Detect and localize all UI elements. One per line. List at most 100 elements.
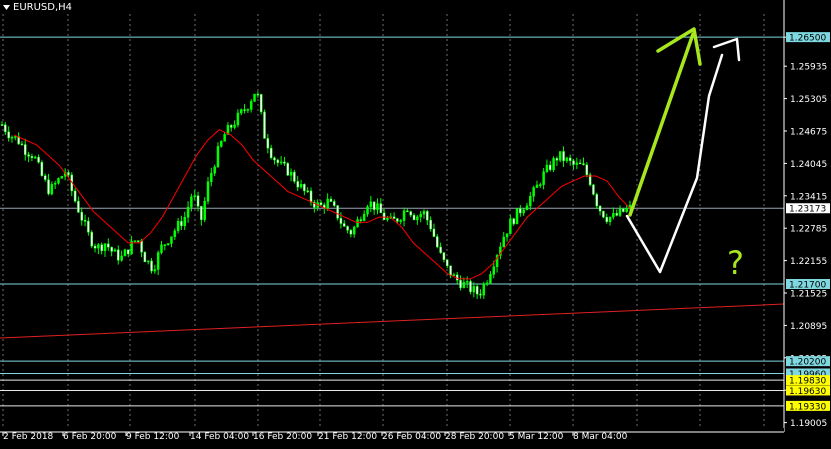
candle-body [482,283,486,296]
bear-candle [336,205,339,221]
y-tick-label: 1.24675 [790,128,827,138]
candle-body [196,195,200,207]
candle-body [27,154,30,157]
candle-body [246,109,250,111]
level-price-label: 1.20200 [789,358,826,368]
candle-body [77,200,80,213]
candle-body [193,195,196,198]
candle-body [465,281,469,283]
candle-body [57,178,60,184]
bull-candle [515,208,519,225]
candle-body [625,208,628,212]
chart-background [0,0,831,449]
candle-body [572,160,575,165]
candle-body [10,136,14,139]
candle-body [492,266,496,275]
candle-body [399,220,402,222]
candle-body [462,281,466,289]
level-price-label: 1.21700 [789,281,826,291]
y-tick-label: 1.22785 [790,225,827,235]
candle-body [110,246,113,252]
y-tick-label: 1.24045 [790,160,827,170]
candle-body [472,286,476,293]
candle-body [542,171,545,185]
y-tick-label: 1.25935 [790,63,827,73]
candle-body [329,198,333,202]
candle-body [266,138,270,149]
candle-body [47,179,50,195]
symbol-header[interactable]: EURUSD,H4 [3,2,72,13]
candle-body [585,164,589,176]
candle-body [575,162,579,165]
bear-candle [622,208,625,213]
x-tick-label: 5 Mar 12:00 [509,432,564,442]
candle-body [123,249,127,257]
x-tick-label: 21 Feb 12:00 [318,432,377,442]
candle-body [293,171,296,182]
bear-candle [40,160,44,177]
candle-body [402,210,406,221]
candle-body [30,156,34,158]
bull-candle [60,175,64,179]
candle-body [419,213,422,218]
candle-body [406,210,409,213]
level-price-label: 1.19830 [789,377,826,387]
candle-body [283,161,286,164]
symbol-label: EURUSD,H4 [13,2,72,13]
candle-body [0,124,4,126]
candle-body [37,156,40,163]
bear-candle [259,93,263,115]
candle-body [90,231,93,247]
candle-body [210,172,213,183]
price-axis: 1.26500 1.25935 1.25305 1.24675 1.24045 1.234… [783,0,831,449]
candle-body [180,221,183,227]
candle-body [239,109,243,114]
candle-body [382,212,386,220]
candle-body [519,208,522,214]
candle-body [592,184,595,195]
candle-body [386,217,389,220]
candle-body [120,255,123,261]
candle-body [568,157,572,161]
candle-body [289,171,293,176]
candle-body [392,216,396,219]
candle-body [522,209,525,214]
candle-body [426,211,429,221]
candle-body [273,157,276,161]
candle-body [439,246,442,253]
bull-candle [220,140,223,148]
candle-body [40,161,44,176]
candle-body [558,151,562,161]
candle-body [436,236,439,248]
candle-body [545,164,549,172]
candle-body [87,220,90,233]
candle-body [67,172,70,176]
price-chart[interactable]: ? 1.265001.259351.253051.246751.240451.2… [0,0,831,449]
time-axis: 2 Feb 2018 6 Feb 20:00 9 Feb 12:00 14 Feb 0… [0,428,784,449]
candle-body [449,265,452,276]
candle-body [615,213,618,216]
candle-body [303,183,306,192]
candle-body [163,244,167,246]
bear-candle [469,279,472,295]
question-mark-annotation: ? [727,244,744,282]
candle-body [20,143,24,146]
candle-body [150,260,153,272]
candle-body [578,162,582,165]
bear-candle [293,169,296,184]
candle-body [422,211,426,215]
level-price-label: 1.26500 [789,34,826,44]
candle-body [73,190,77,202]
candle-body [372,201,376,210]
candle-body [622,208,625,212]
candle-body [230,125,233,128]
candle-body [259,94,263,113]
candle-body [103,243,107,252]
current-price-label: 1.23173 [789,205,826,215]
candle-body [156,252,160,270]
candle-body [276,159,280,163]
candle-body [153,269,157,272]
candle-body [249,101,253,110]
candle-body [346,226,349,231]
bear-candle [263,109,266,139]
